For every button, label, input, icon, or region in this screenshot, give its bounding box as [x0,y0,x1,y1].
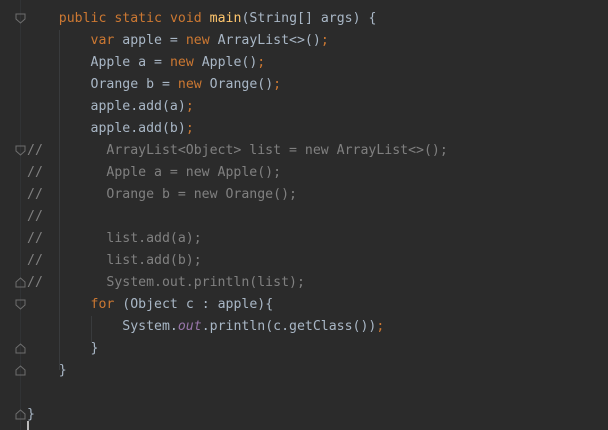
code-token: .println(c.getClass()) [201,319,377,334]
code-token: public [58,11,107,26]
code-line[interactable]: } [27,360,67,382]
code-line[interactable]: var apple = new ArrayList<>(); [27,30,329,52]
code-token: } [90,341,99,356]
code-line[interactable]: Apple a = new Apple(); [27,52,266,74]
code-token: System. [122,319,178,334]
code-token: ; [273,77,282,92]
code-token: apple.add(a) [90,99,186,114]
code-token: Apple() [193,55,258,70]
code-token: Orange() [201,77,274,92]
code-token: } [58,363,67,378]
code-token: new [177,77,202,92]
fold-collapse-icon[interactable] [15,299,26,310]
code-token: ; [320,33,329,48]
code-token: // list.add(a); [27,231,202,246]
code-token: } [27,407,35,422]
code-token: (Object c : apple){ [114,297,274,312]
code-token: for [90,297,115,312]
code-token: Apple a = [90,55,170,70]
code-token: apple = [114,33,186,48]
code-token: // System.out.println(list); [27,275,305,290]
code-token: // Apple a = new Apple(); [27,165,282,180]
code-token: // [27,209,43,224]
code-token: (String[] args) { [241,11,377,26]
fold-collapse-icon[interactable] [15,13,26,24]
code-line[interactable]: for (Object c : apple){ [27,294,274,316]
code-token: // list.add(b); [27,253,202,268]
code-line[interactable]: // list.add(b); [27,250,202,272]
fold-expand-icon[interactable] [15,343,26,354]
code-token: // ArrayList<Object> list = new ArrayLis… [27,143,448,158]
code-token: void [169,11,202,26]
code-token: new [185,33,210,48]
code-token: ArrayList<>() [209,33,321,48]
code-token: ; [185,99,194,114]
code-line[interactable]: apple.add(b); [27,118,194,140]
code-token: out [177,319,202,334]
code-line[interactable]: // System.out.println(list); [27,272,305,294]
code-line[interactable]: // [27,206,43,228]
code-line[interactable]: Orange b = new Orange(); [27,74,282,96]
fold-expand-icon[interactable] [15,277,26,288]
fold-collapse-icon[interactable] [15,145,26,156]
code-token: // Orange b = new Orange(); [27,187,297,202]
code-token: ; [257,55,266,70]
code-line[interactable]: apple.add(a); [27,96,194,118]
text-caret [27,421,29,430]
code-token: main [209,11,242,26]
code-token: new [169,55,194,70]
code-token: static [114,11,162,26]
code-token: var [90,33,115,48]
code-line[interactable]: // Apple a = new Apple(); [27,162,281,184]
code-token: ; [185,121,194,136]
fold-expand-icon[interactable] [15,365,26,376]
code-token: apple.add(b) [90,121,186,136]
code-line[interactable]: // ArrayList<Object> list = new ArrayLis… [27,140,448,162]
code-editor[interactable]: public static void main(String[] args) {… [0,0,608,430]
code-token: ; [376,319,385,334]
code-line[interactable]: System.out.println(c.getClass()); [27,316,384,338]
code-line[interactable]: // list.add(a); [27,228,202,250]
code-line[interactable]: } [27,338,99,360]
code-line[interactable]: // Orange b = new Orange(); [27,184,297,206]
code-token: Orange b = [90,77,178,92]
fold-expand-icon[interactable] [15,409,26,420]
code-line[interactable]: public static void main(String[] args) { [27,8,377,30]
